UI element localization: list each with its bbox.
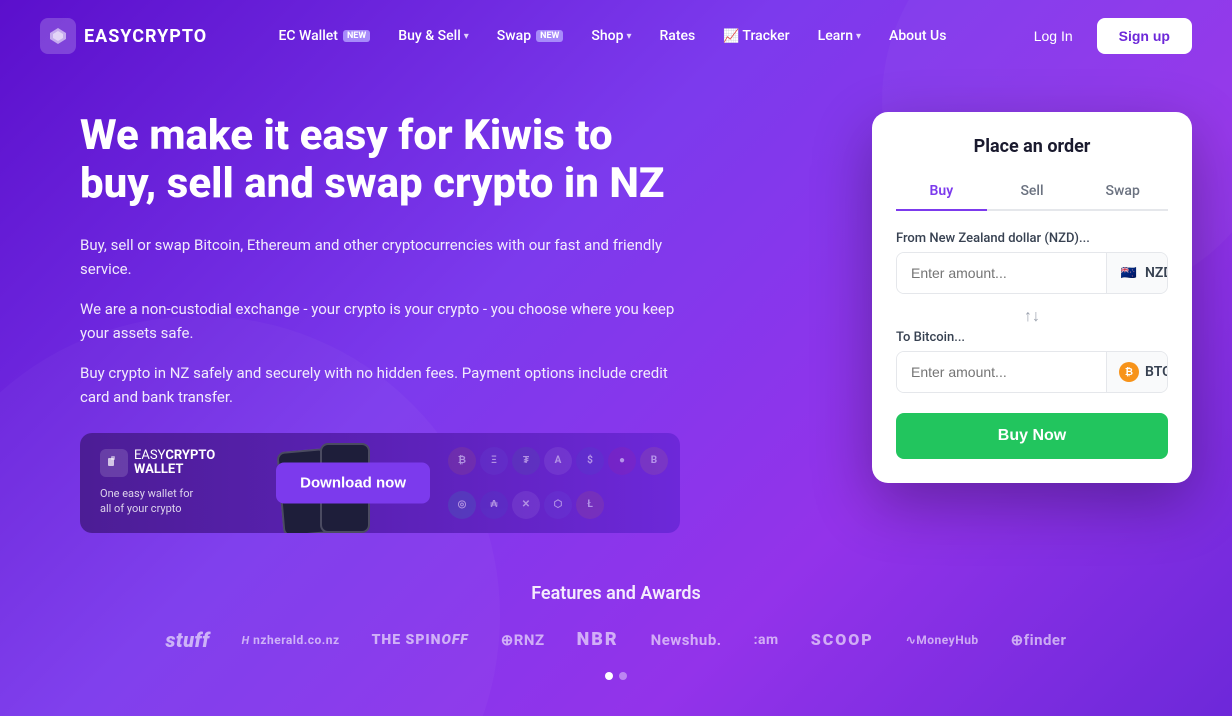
logo-icon	[40, 18, 76, 54]
dot-icon: ●	[608, 447, 636, 475]
media-logo-am: :am	[754, 632, 779, 648]
xrp-icon: ✕	[512, 491, 540, 519]
features-section: Features and Awards stuff H nzherald.co.…	[0, 553, 1232, 700]
nav-item-rates[interactable]: Rates	[648, 20, 708, 52]
hero-title: We make it easy for Kiwis to buy, sell a…	[80, 112, 680, 209]
login-button[interactable]: Log In	[1018, 20, 1089, 52]
media-logo-stuff: stuff	[165, 628, 209, 652]
usdt-icon: ₮	[512, 447, 540, 475]
order-panel-title: Place an order	[896, 136, 1168, 157]
media-logo-scoop: SCOOP	[811, 630, 874, 649]
eth-icon: Ξ	[480, 447, 508, 475]
order-tabs: Buy Sell Swap	[896, 173, 1168, 211]
logo[interactable]: EASYCRYPTO	[40, 18, 207, 54]
nav-item-buy-sell[interactable]: Buy & Sell ▾	[386, 20, 481, 52]
dot-2[interactable]	[619, 672, 627, 680]
tab-buy[interactable]: Buy	[896, 173, 987, 211]
btc-icon: ₿	[448, 447, 476, 475]
nav-item-swap[interactable]: Swap NEW	[485, 20, 576, 52]
media-logo-moneyhub: ∿MoneyHub	[906, 633, 979, 647]
media-logo-spinoff: THE SPINOFF	[372, 632, 469, 648]
nav-right: Log In Sign up	[1018, 18, 1192, 54]
tab-swap[interactable]: Swap	[1077, 173, 1168, 211]
from-currency-label: NZD	[1145, 265, 1168, 281]
sol-icon: ◎	[448, 491, 476, 519]
nav-item-about-us[interactable]: About Us	[877, 20, 958, 52]
order-panel: Place an order Buy Sell Swap From New Ze…	[872, 112, 1192, 483]
wallet-banner: EASYCRYPTO WALLET One easy wallet for al…	[80, 433, 680, 533]
nav-item-learn[interactable]: Learn ▾	[806, 20, 873, 52]
media-logos: stuff H nzherald.co.nz THE SPINOFF ⊕RNZ …	[40, 628, 1192, 652]
to-label: To Bitcoin...	[896, 330, 1168, 345]
pagination-dots	[40, 672, 1192, 680]
ada-icon: ₳	[480, 491, 508, 519]
chevron-down-icon: ▾	[856, 31, 861, 42]
download-button[interactable]: Download now	[276, 462, 430, 503]
link-icon: ⬡	[544, 491, 572, 519]
to-currency-label: BTC	[1145, 364, 1168, 380]
to-input-row: ₿ BTC ▾	[896, 351, 1168, 393]
hero-desc-3: Buy crypto in NZ safely and securely wit…	[80, 361, 680, 409]
wallet-logo: EASYCRYPTO WALLET	[100, 449, 215, 478]
signup-button[interactable]: Sign up	[1097, 18, 1192, 54]
chevron-down-icon: ▾	[626, 31, 631, 42]
nzd-flag: 🇳🇿	[1119, 263, 1139, 283]
from-currency-selector[interactable]: 🇳🇿 NZD ▾	[1106, 253, 1168, 293]
nav-item-shop[interactable]: Shop ▾	[579, 20, 643, 52]
avax-icon: A	[544, 447, 572, 475]
bnb-icon: B	[640, 447, 668, 475]
buy-now-button[interactable]: Buy Now	[896, 413, 1168, 459]
usdc-icon: $	[576, 447, 604, 475]
from-amount-input[interactable]	[897, 253, 1106, 293]
logo-text: EASYCRYPTO	[84, 26, 207, 47]
crypto-icons-bg: ₿ Ξ ₮ A $ ● B ◎ ₳ ✕ ⬡ Ł	[440, 433, 680, 533]
from-input-row: 🇳🇿 NZD ▾	[896, 252, 1168, 294]
new-badge-wallet: NEW	[343, 30, 370, 42]
btc-icon-flag: ₿	[1119, 362, 1139, 382]
media-logo-nbr: NBR	[577, 629, 619, 650]
navbar: EASYCRYPTO EC Wallet NEW Buy & Sell ▾ Sw…	[0, 0, 1232, 72]
hero-desc-2: We are a non-custodial exchange - your c…	[80, 297, 680, 345]
nav-links: EC Wallet NEW Buy & Sell ▾ Swap NEW Shop…	[266, 20, 958, 52]
ltc-icon: Ł	[576, 491, 604, 519]
from-label: From New Zealand dollar (NZD)...	[896, 231, 1168, 246]
wallet-logo-icon	[100, 449, 128, 477]
wallet-tagline: One easy wallet for all of your crypto	[100, 486, 215, 517]
nav-item-tracker[interactable]: 📈 Tracker	[711, 20, 801, 52]
tab-sell[interactable]: Sell	[987, 173, 1078, 211]
hero-desc-1: Buy, sell or swap Bitcoin, Ethereum and …	[80, 233, 680, 281]
wallet-banner-left: EASYCRYPTO WALLET One easy wallet for al…	[80, 433, 235, 532]
chevron-down-icon: ▾	[464, 31, 469, 42]
media-logo-finder: ⊕finder	[1011, 631, 1067, 649]
nav-item-ec-wallet[interactable]: EC Wallet NEW	[266, 20, 382, 52]
hero-content: We make it easy for Kiwis to buy, sell a…	[80, 112, 680, 533]
wallet-logo-text: EASYCRYPTO WALLET	[134, 449, 215, 478]
hero-section: We make it easy for Kiwis to buy, sell a…	[0, 72, 1232, 553]
features-title: Features and Awards	[40, 583, 1192, 604]
media-logo-rnz: ⊕RNZ	[501, 631, 545, 649]
media-logo-newshub: Newshub.	[651, 631, 722, 649]
new-badge-swap: NEW	[536, 30, 563, 42]
media-logo-nzherald: H nzherald.co.nz	[242, 633, 340, 647]
chart-icon: 📈	[723, 29, 739, 44]
swap-arrows[interactable]: ↑↓	[896, 306, 1168, 326]
to-currency-selector[interactable]: ₿ BTC ▾	[1106, 352, 1168, 392]
dot-1[interactable]	[605, 672, 613, 680]
to-amount-input[interactable]	[897, 352, 1106, 392]
